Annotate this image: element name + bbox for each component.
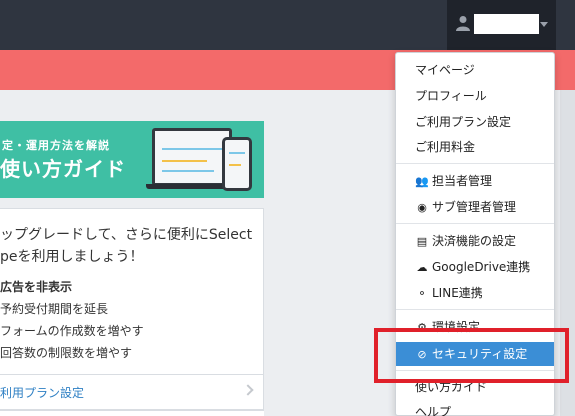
upgrade-line-2: peを利用しましょう！ — [0, 249, 144, 265]
laptop-screen-chart — [162, 148, 222, 150]
menu-item-billing[interactable]: ご利用料金 — [396, 135, 554, 159]
cloud-icon: ☁ — [416, 261, 428, 274]
navbar-edge — [556, 0, 575, 50]
menu-item-label: 決済機能の設定 — [432, 234, 517, 248]
phone-screen-chart — [229, 152, 245, 154]
feature-item: 予約受付期間を延長 — [0, 302, 109, 316]
menu-item-label: 担当者管理 — [432, 174, 493, 188]
highlight-annotation — [374, 328, 569, 383]
user-icon — [456, 16, 470, 31]
phone-screen-chart — [229, 164, 241, 166]
users-icon: 👥 — [415, 175, 429, 188]
guide-banner-subtitle: 定・運用方法を解説 — [2, 139, 110, 152]
user-circle-icon: ◉ — [417, 201, 427, 214]
upgrade-message: ップグレードして、さらに便利にSelect peを利用しましょう！ — [0, 224, 262, 268]
laptop-screen-chart — [162, 160, 207, 162]
menu-item-sub-admin[interactable]: ◉ サブ管理者管理 — [396, 195, 554, 219]
menu-item-line[interactable]: ⚬ LINE連携 — [396, 281, 554, 305]
upgrade-line-1: ップグレードして、さらに便利にSelect — [0, 227, 253, 243]
menu-divider — [396, 223, 554, 224]
menu-item-label: GoogleDrive連携 — [432, 260, 531, 274]
menu-item-payment[interactable]: ▤ 決済機能の設定 — [396, 229, 554, 253]
menu-item-plan-settings[interactable]: ご利用プラン設定 — [396, 110, 554, 134]
menu-item-label: LINE連携 — [432, 286, 483, 300]
menu-divider — [396, 309, 554, 310]
menu-item-staff[interactable]: 👥 担当者管理 — [396, 169, 554, 193]
caret-down-icon — [540, 22, 548, 27]
credit-card-icon: ▤ — [416, 235, 428, 248]
laptop-illustration — [152, 128, 232, 186]
menu-item-mypage[interactable]: マイページ — [396, 58, 554, 82]
menu-divider — [396, 163, 554, 164]
menu-item-profile[interactable]: プロフィール — [396, 84, 554, 108]
user-name[interactable] — [474, 14, 539, 34]
chat-icon: ⚬ — [417, 287, 427, 300]
guide-banner-title: 使い方ガイド — [0, 157, 126, 181]
menu-item-google-drive[interactable]: ☁ GoogleDrive連携 — [396, 255, 554, 279]
laptop-screen-chart — [162, 170, 214, 172]
feature-item: 回答数の制限数を増やす — [0, 346, 133, 360]
feature-item: 広告を非表示 — [0, 280, 73, 294]
menu-item-label: サブ管理者管理 — [432, 200, 517, 214]
next-panel-row[interactable] — [0, 410, 264, 416]
menu-item-help[interactable]: ヘルプ — [396, 400, 554, 416]
feature-item: フォームの作成数を増やす — [0, 324, 144, 338]
plan-settings-link[interactable]: 利用プラン設定 — [0, 384, 84, 401]
